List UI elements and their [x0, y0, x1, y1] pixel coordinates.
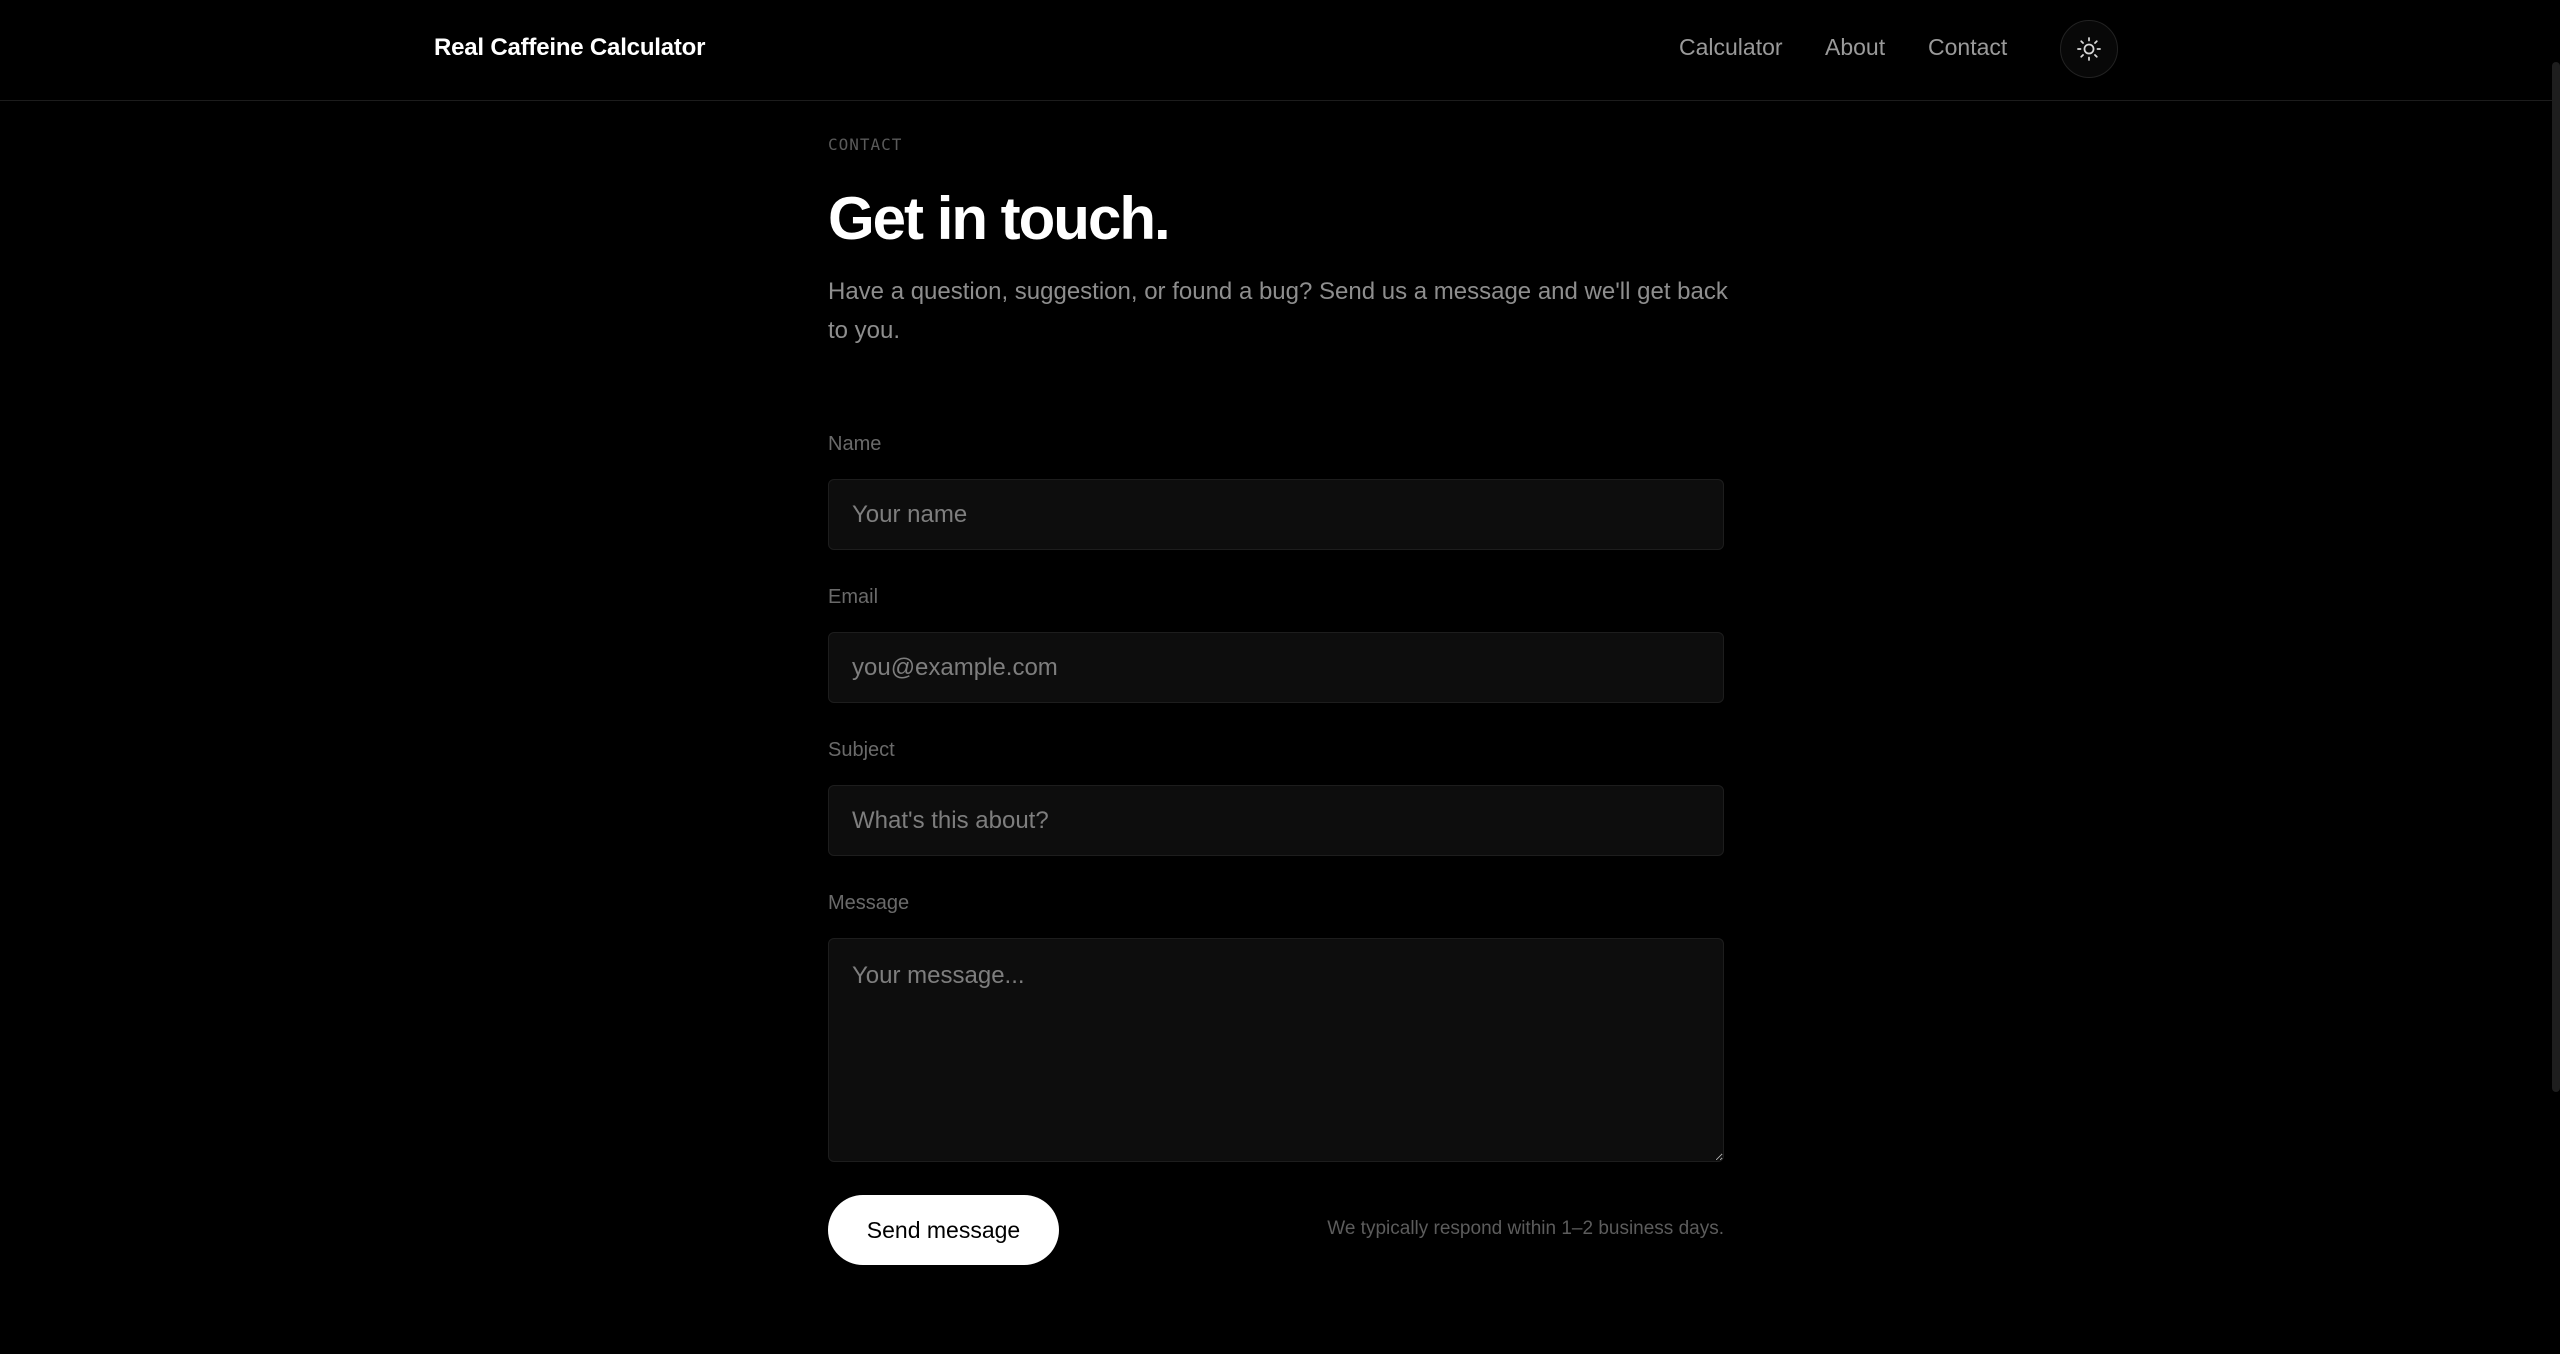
message-textarea[interactable]	[828, 938, 1724, 1162]
email-label: Email	[828, 586, 879, 608]
subject-label: Subject	[828, 739, 895, 761]
page-title: Get in touch.	[828, 185, 1171, 252]
message-label: Message	[828, 892, 910, 914]
page-subtitle: Have a question, suggestion, or found a …	[828, 278, 1728, 344]
subject-input[interactable]	[828, 785, 1724, 856]
nav-link-contact[interactable]: Contact	[1928, 34, 2007, 61]
send-message-button[interactable]: Send message	[828, 1195, 1059, 1265]
name-label: Name	[828, 433, 882, 455]
top-navigation-bar: Real Caffeine Calculator Calculator Abou…	[0, 0, 2560, 101]
site-brand[interactable]: Real Caffeine Calculator	[434, 34, 705, 62]
nav-link-about[interactable]: About	[1825, 34, 1885, 61]
section-eyebrow: CONTACT	[828, 135, 903, 154]
response-time-note: We typically respond within 1–2 business…	[1327, 1218, 1724, 1239]
email-input[interactable]	[828, 632, 1724, 703]
theme-toggle-button[interactable]	[2060, 20, 2118, 78]
name-input[interactable]	[828, 479, 1724, 550]
scrollbar[interactable]	[2552, 62, 2560, 1092]
nav-link-calculator[interactable]: Calculator	[1679, 34, 1783, 61]
sun-icon	[2077, 37, 2101, 61]
